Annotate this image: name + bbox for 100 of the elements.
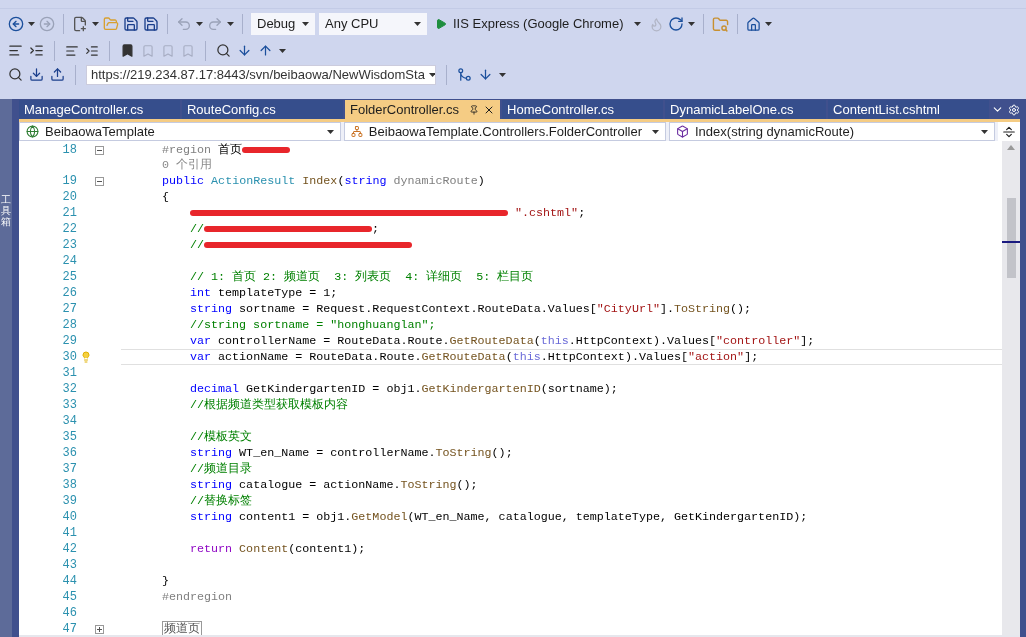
settings-icon[interactable] bbox=[1008, 103, 1020, 116]
code-line: } bbox=[162, 574, 169, 588]
code-line: string content1 = obj1.GetModel(WT_en_Name, catalogue, templateType, GetKindergartenID); bbox=[190, 510, 808, 524]
line-number: 20 bbox=[61, 189, 77, 206]
redaction-scribble bbox=[242, 147, 291, 153]
line-number: 24 bbox=[61, 253, 77, 270]
caret-icon[interactable] bbox=[28, 22, 35, 26]
line-number: 36 bbox=[61, 445, 77, 462]
code-line: ".cshtml"; bbox=[190, 206, 586, 220]
code-line: //替换标签 bbox=[190, 494, 253, 508]
line-number: 37 bbox=[61, 461, 77, 478]
code-line: public ActionResult Index(string dynamicRoute) bbox=[162, 174, 485, 188]
code-line: string sortname = Request.RequestContext.RouteData.Values["CityUrl"].ToString(); bbox=[190, 302, 752, 316]
line-number: 44 bbox=[61, 573, 77, 590]
upload-icon[interactable] bbox=[50, 67, 65, 82]
code-line: //string sortname = "honghuanglan"; bbox=[190, 318, 436, 332]
caret-icon bbox=[981, 129, 988, 134]
code-line: //频道目录 bbox=[190, 462, 253, 476]
line-number: 29 bbox=[61, 333, 77, 350]
caret-icon[interactable] bbox=[764, 22, 772, 26]
code-line: #endregion bbox=[162, 590, 233, 604]
reference-count[interactable]: 0 个引用 bbox=[162, 158, 213, 173]
code-line: decimal GetKindergartenID = obj1.GetKindergartenID(sortname); bbox=[190, 382, 618, 396]
line-number: 34 bbox=[61, 413, 77, 430]
merge-icon[interactable] bbox=[457, 67, 472, 82]
code-line: // bbox=[190, 238, 413, 252]
line-number: 39 bbox=[61, 493, 77, 510]
browser-home-icon[interactable] bbox=[745, 16, 761, 32]
navigation-dropdown[interactable]: BeibaowaTemplate.Controllers.FolderController bbox=[344, 122, 666, 141]
find-icon[interactable] bbox=[216, 43, 231, 58]
caret-icon bbox=[428, 72, 435, 77]
line-number: 40 bbox=[61, 509, 77, 526]
arrow-down-icon[interactable] bbox=[478, 67, 493, 82]
save-all-icon[interactable] bbox=[143, 16, 159, 32]
collapse-icon[interactable] bbox=[95, 176, 104, 186]
uncomment-icon[interactable] bbox=[85, 43, 99, 58]
code-line: // ; bbox=[190, 222, 380, 236]
caret-icon[interactable] bbox=[687, 22, 695, 26]
navigation-dropdown[interactable]: BeibaowaTemplate bbox=[19, 122, 341, 141]
line-number: 33 bbox=[61, 397, 77, 414]
file-tab[interactable]: ManageController.cs bbox=[19, 100, 180, 119]
file-tab[interactable]: RouteConfig.cs bbox=[182, 100, 343, 119]
collapse-icon[interactable] bbox=[95, 145, 104, 155]
file-tab[interactable]: DynamicLabelOne.cs bbox=[665, 100, 827, 119]
line-number: 35 bbox=[61, 429, 77, 446]
find-icon[interactable] bbox=[8, 67, 23, 82]
line-number: 32 bbox=[61, 381, 77, 398]
scrollbar-thumb[interactable] bbox=[1006, 198, 1016, 278]
caret-icon[interactable] bbox=[92, 22, 99, 26]
code-line: string WT_en_Name = controllerName.ToString(); bbox=[190, 446, 513, 460]
code-line: return Content(content1); bbox=[190, 542, 366, 556]
code-line: string catalogue = actionName.ToString(); bbox=[190, 478, 478, 492]
caret-icon[interactable] bbox=[227, 22, 234, 26]
run-button[interactable]: IIS Express (Google Chrome) bbox=[431, 13, 645, 35]
code-line: //模板英文 bbox=[190, 430, 253, 444]
line-number: 41 bbox=[61, 525, 77, 542]
file-tab[interactable]: ContentList.cshtml bbox=[828, 100, 989, 119]
navigation-dropdown[interactable]: Index(string dynamicRoute) bbox=[669, 122, 995, 141]
line-number: 43 bbox=[61, 557, 77, 574]
new-file-icon[interactable] bbox=[72, 16, 88, 32]
refresh-icon[interactable] bbox=[667, 16, 684, 32]
line-number: 23 bbox=[61, 237, 77, 254]
bookmark-icon[interactable] bbox=[120, 43, 135, 58]
side-panel-tab[interactable]: 工具箱 bbox=[1, 194, 11, 227]
expand-icon[interactable] bbox=[95, 624, 104, 634]
arrow-down-icon[interactable] bbox=[237, 43, 252, 58]
caret-icon[interactable] bbox=[279, 48, 286, 53]
url-dropdown[interactable]: https://219.234.87.17:8443/svn/beibaowa/NewWisdomSta bbox=[86, 64, 436, 85]
line-number: 25 bbox=[61, 269, 77, 286]
line-number: 47 bbox=[61, 621, 77, 635]
code-line: { bbox=[162, 190, 169, 204]
code-line: //根据频道类型获取模板内容 bbox=[190, 398, 349, 412]
line-number: 38 bbox=[61, 477, 77, 494]
caret-icon bbox=[633, 22, 641, 26]
caret-icon[interactable] bbox=[499, 72, 506, 77]
configuration-dropdown[interactable]: Debug bbox=[251, 13, 315, 35]
line-number: 27 bbox=[61, 301, 77, 318]
comment-icon[interactable] bbox=[65, 43, 79, 58]
file-tab[interactable]: HomeController.cs bbox=[502, 100, 664, 119]
caret-icon bbox=[302, 22, 309, 26]
line-number: 42 bbox=[61, 541, 77, 558]
line-number: 19 bbox=[61, 173, 77, 190]
caret-icon[interactable] bbox=[196, 22, 203, 26]
pin-icon[interactable] bbox=[469, 104, 480, 115]
vertical-scrollbar[interactable] bbox=[1002, 141, 1020, 635]
download-icon[interactable] bbox=[29, 67, 44, 82]
line-number: 46 bbox=[61, 605, 77, 622]
indent-icon[interactable] bbox=[29, 43, 44, 58]
line-number: 31 bbox=[61, 365, 77, 382]
save-icon[interactable] bbox=[123, 16, 139, 32]
platform-dropdown[interactable]: Any CPU bbox=[319, 13, 427, 35]
play-icon bbox=[435, 18, 447, 30]
method-icon bbox=[676, 125, 689, 138]
file-tab[interactable]: FolderController.cs bbox=[344, 100, 501, 119]
split-icon[interactable] bbox=[1002, 124, 1016, 139]
code-line: var controllerName = RouteData.Route.GetRouteData(this.HttpContext).Values["controller"]; bbox=[190, 334, 815, 348]
outdent-icon[interactable] bbox=[8, 43, 23, 58]
line-number: 45 bbox=[61, 589, 77, 606]
back-icon[interactable] bbox=[8, 16, 24, 32]
caret-icon bbox=[652, 129, 659, 134]
